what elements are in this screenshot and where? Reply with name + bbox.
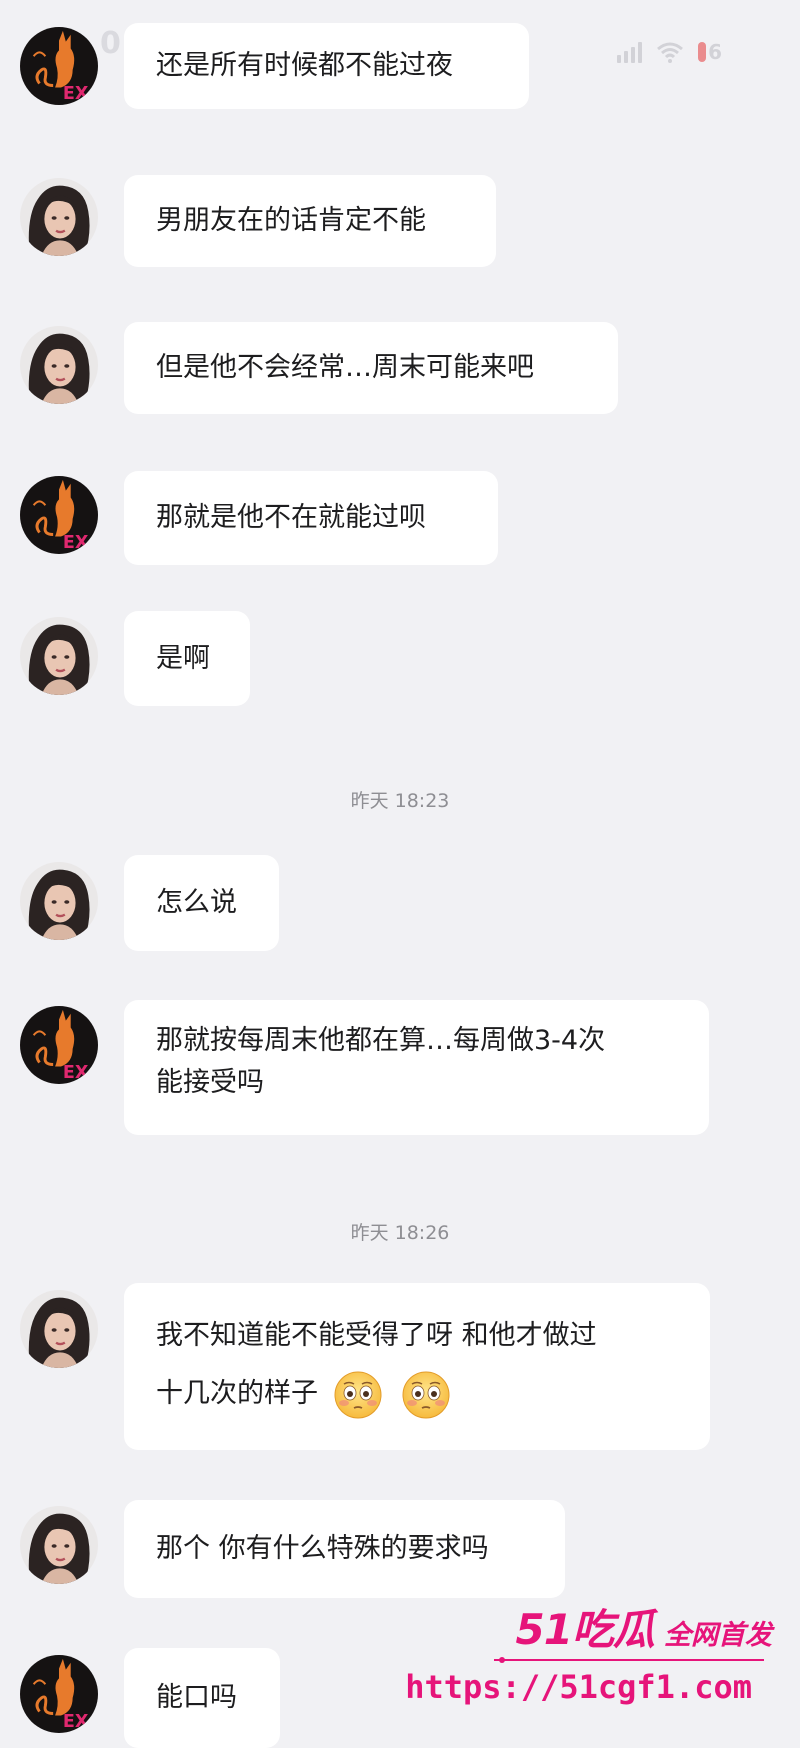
- avatar-girl[interactable]: [20, 862, 98, 940]
- message-text-line: 我不知道能不能受得了呀 和他才做过: [156, 1320, 597, 1351]
- battery-icon: 6: [698, 40, 722, 64]
- message-bubble[interactable]: 我不知道能不能受得了呀 和他才做过 十几次的样子: [124, 1283, 710, 1450]
- message-text: 怎么说: [156, 887, 237, 918]
- avatar-cat[interactable]: [20, 476, 98, 554]
- message-bubble[interactable]: 那就按每周末他都在算…每周做3-4次 能接受吗: [124, 1000, 709, 1135]
- message-text: 那个 你有什么特殊的要求吗: [156, 1533, 489, 1564]
- watermark-brand: 51吃瓜: [515, 1605, 655, 1654]
- message-bubble[interactable]: 那就是他不在就能过呗: [124, 471, 498, 565]
- avatar-cat[interactable]: [20, 27, 98, 105]
- message-bubble[interactable]: 男朋友在的话肯定不能: [124, 175, 496, 267]
- message-text: 还是所有时候都不能过夜: [156, 50, 453, 81]
- timestamp: 昨天 18:23: [350, 790, 450, 812]
- message-text: 是啊: [156, 642, 210, 674]
- watermark: 51吃瓜 全网首发 https://51cgf1.com: [405, 1596, 772, 1736]
- message-text: 但是他不会经常…周末可能来吧: [156, 352, 534, 383]
- watermark-title: 51吃瓜 全网首发: [516, 1596, 772, 1657]
- avatar-cat[interactable]: [20, 1655, 98, 1733]
- battery-level: 6: [708, 40, 722, 64]
- flushed-face-icon: [333, 1370, 383, 1420]
- message-text: 能口吗: [156, 1682, 237, 1713]
- message-text: 男朋友在的话肯定不能: [156, 205, 426, 236]
- avatar-girl[interactable]: [20, 326, 98, 404]
- message-text-line: 那就按每周末他都在算…每周做3-4次: [156, 1025, 606, 1056]
- watermark-url: https://51cgf1.com: [405, 1668, 752, 1706]
- flushed-face-icon: [401, 1370, 451, 1420]
- message-text-line: 能接受吗: [156, 1067, 264, 1098]
- avatar-girl[interactable]: [20, 1290, 98, 1368]
- message-text: 那就是他不在就能过呗: [156, 502, 426, 533]
- watermark-slogan: 全网首发: [664, 1620, 772, 1651]
- signal-icon: [617, 41, 643, 63]
- wifi-icon: [657, 42, 684, 63]
- message-bubble[interactable]: 怎么说: [124, 855, 279, 951]
- avatar-girl[interactable]: [20, 1506, 98, 1584]
- message-bubble[interactable]: 是啊: [124, 611, 250, 706]
- message-bubble[interactable]: 还是所有时候都不能过夜: [124, 23, 529, 109]
- message-text-line: 十几次的样子: [156, 1378, 318, 1409]
- message-bubble[interactable]: 但是他不会经常…周末可能来吧: [124, 322, 618, 414]
- avatar-girl[interactable]: [20, 178, 98, 256]
- avatar-cat[interactable]: [20, 1006, 98, 1084]
- message-bubble[interactable]: 那个 你有什么特殊的要求吗: [124, 1500, 565, 1598]
- status-bar-digit: 0: [100, 26, 121, 61]
- timestamp: 昨天 18:26: [350, 1222, 450, 1244]
- avatar-girl[interactable]: [20, 617, 98, 695]
- message-bubble[interactable]: 能口吗: [124, 1648, 280, 1748]
- status-bar: 6: [617, 40, 722, 64]
- watermark-divider: [494, 1657, 764, 1663]
